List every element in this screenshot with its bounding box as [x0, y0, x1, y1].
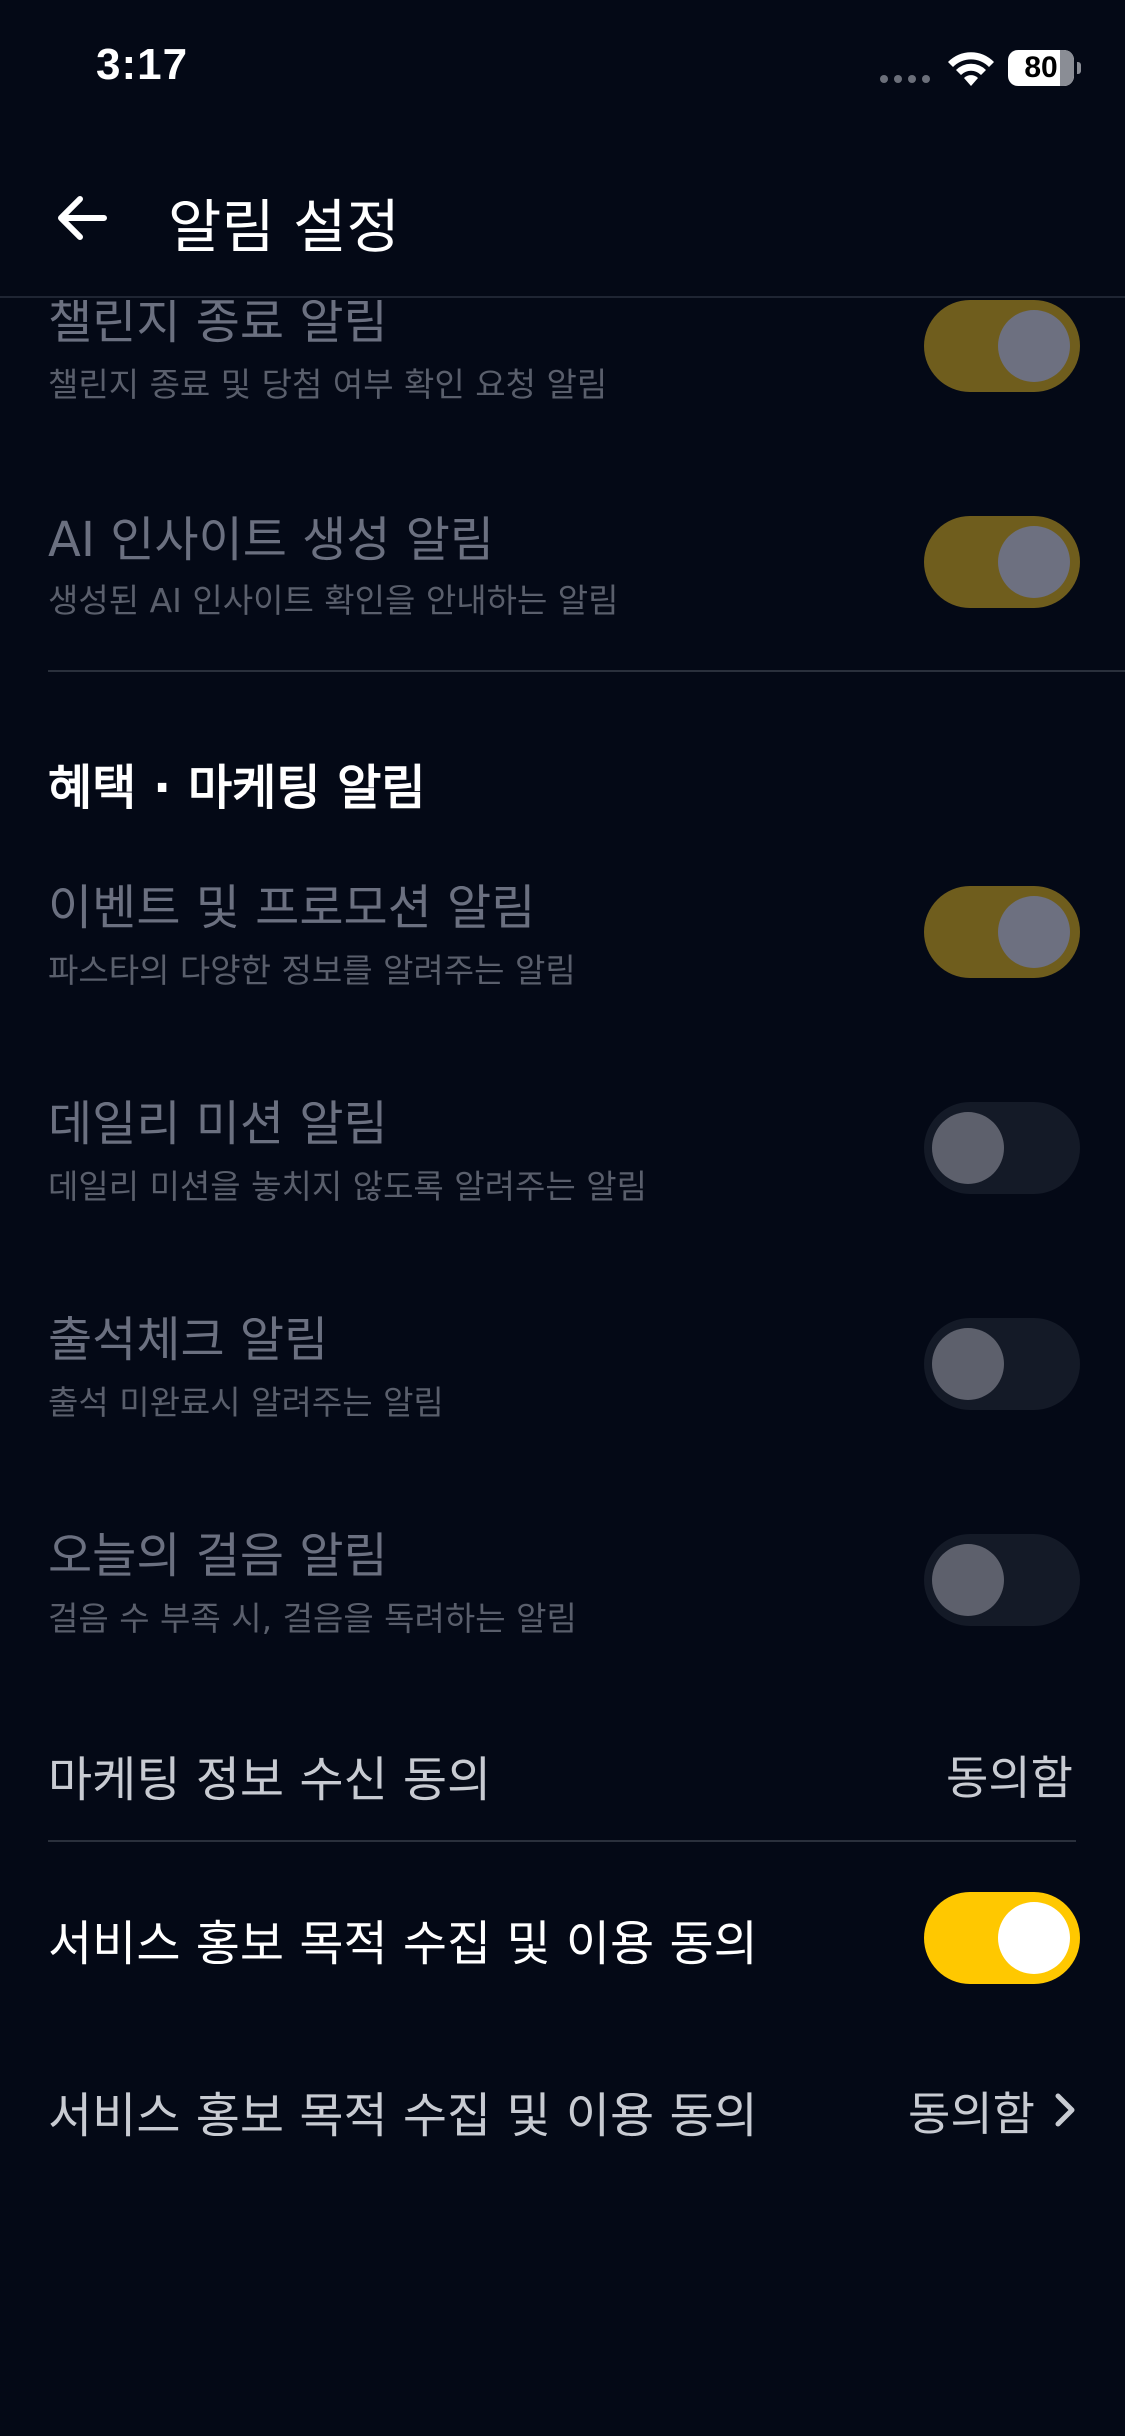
- service-promo-link-label: 서비스 홍보 목적 수집 및 이용 동의: [48, 2088, 758, 2144]
- setting-description: 생성된 AI 인사이트 확인을 안내하는 알림: [48, 581, 619, 620]
- battery-icon: 80: [1008, 50, 1081, 86]
- status-bar: 3:17 80: [0, 0, 1125, 140]
- back-arrow-icon[interactable]: [52, 188, 112, 248]
- setting-title: 오늘의 걸음 알림: [48, 1528, 388, 1584]
- setting-description: 파스타의 다양한 정보를 알려주는 알림: [48, 951, 576, 990]
- setting-title: 이벤트 및 프로모션 알림: [48, 880, 536, 936]
- service-promo-toggle[interactable]: [924, 1892, 1080, 1984]
- daily-mission-toggle[interactable]: [924, 1102, 1080, 1194]
- settings-list: 챌린지 종료 알림 챌린지 종료 및 당첨 여부 확인 요청 알림 AI 인사이…: [0, 300, 1125, 2436]
- service-promo-label: 서비스 홍보 목적 수집 및 이용 동의: [48, 1916, 758, 1972]
- ai-insight-toggle[interactable]: [924, 516, 1080, 608]
- service-promo-link-row[interactable]: 서비스 홍보 목적 수집 및 이용 동의 동의함: [0, 2060, 1125, 2170]
- setting-title: 출석체크 알림: [48, 1312, 329, 1368]
- marketing-consent-label: 마케팅 정보 수신 동의: [48, 1752, 492, 1808]
- marketing-consent-value: 동의함: [946, 1751, 1073, 1805]
- setting-title: AI 인사이트 생성 알림: [48, 512, 495, 568]
- divider: [48, 1840, 1076, 1842]
- cellular-signal-icon: [880, 75, 930, 83]
- challenge-end-toggle[interactable]: [924, 300, 1080, 392]
- section-divider: [48, 670, 1125, 672]
- attendance-toggle[interactable]: [924, 1318, 1080, 1410]
- setting-title: 챌린지 종료 알림: [48, 300, 388, 350]
- section-title: 혜택 · 마케팅 알림: [48, 760, 426, 816]
- page-title: 알림 설정: [168, 193, 400, 261]
- setting-description: 출석 미완료시 알려주는 알림: [48, 1383, 444, 1422]
- wifi-icon: [948, 52, 994, 86]
- status-time: 3:17: [96, 40, 189, 89]
- setting-description: 챌린지 종료 및 당첨 여부 확인 요청 알림: [48, 365, 608, 404]
- chevron-right-icon: [1055, 2093, 1075, 2127]
- event-promo-toggle[interactable]: [924, 886, 1080, 978]
- service-promo-link-value: 동의함: [908, 2087, 1035, 2141]
- setting-description: 걸음 수 부족 시, 걸음을 독려하는 알림: [48, 1599, 577, 1638]
- walking-toggle[interactable]: [924, 1534, 1080, 1626]
- marketing-consent-row[interactable]: 마케팅 정보 수신 동의 동의함: [0, 1730, 1125, 1830]
- setting-title: 데일리 미션 알림: [48, 1096, 388, 1152]
- header: 알림 설정: [0, 150, 1125, 298]
- battery-level: 80: [1024, 51, 1058, 84]
- setting-description: 데일리 미션을 놓치지 않도록 알려주는 알림: [48, 1167, 647, 1206]
